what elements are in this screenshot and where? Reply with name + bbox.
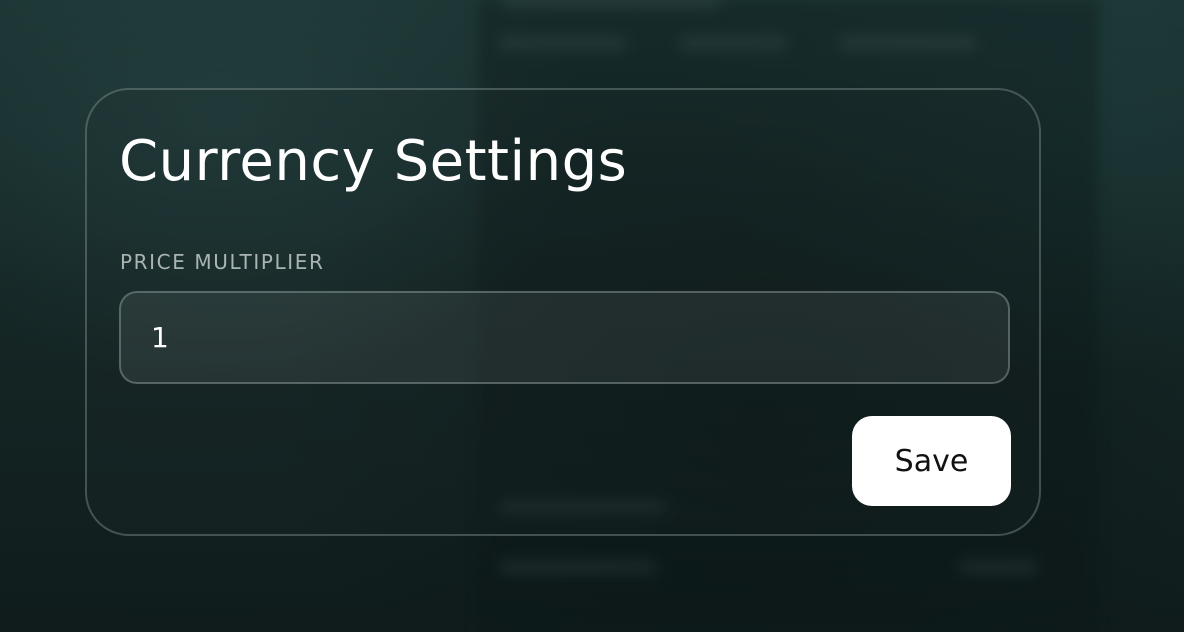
price-multiplier-label: PRICE MULTIPLIER [120,250,325,274]
currency-settings-dialog: Currency Settings PRICE MULTIPLIER 1 Sav… [85,88,1041,536]
blurred-background-row [958,560,1038,574]
blurred-background-row [678,36,788,50]
blurred-background-row [498,560,658,574]
blurred-background-row [498,36,628,50]
price-multiplier-value: 1 [151,321,169,354]
blurred-background-row [838,36,978,50]
blurred-background-row [502,0,722,8]
price-multiplier-input[interactable]: 1 [119,291,1010,384]
save-button[interactable]: Save [852,416,1011,506]
dialog-title: Currency Settings [119,129,628,194]
